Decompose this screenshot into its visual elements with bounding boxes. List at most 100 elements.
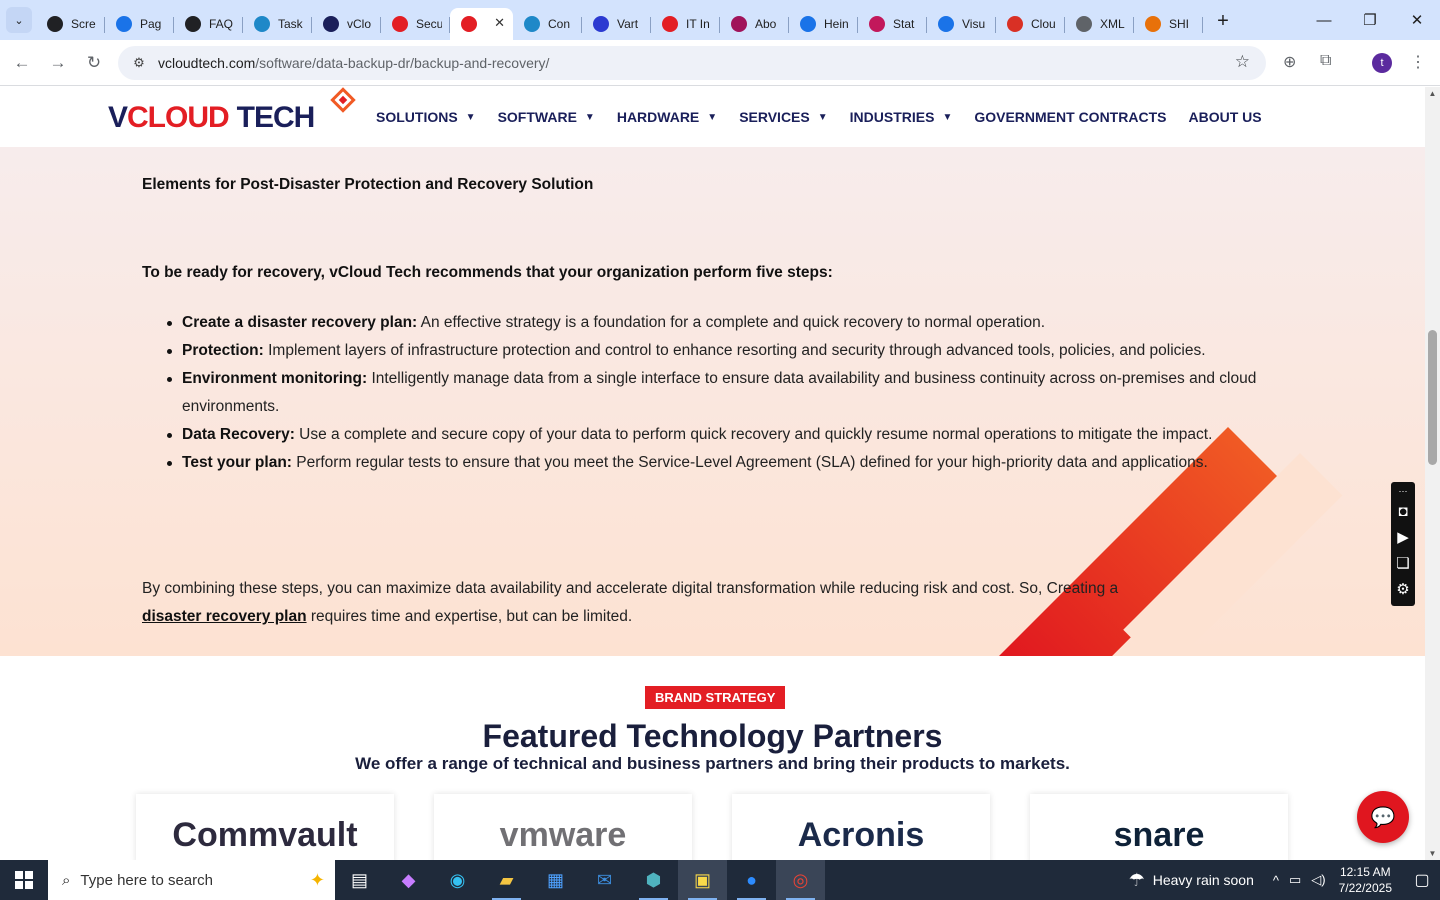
edge-icon[interactable]: ◉ bbox=[433, 860, 482, 900]
settings-gear-icon[interactable]: ⚙ bbox=[1396, 576, 1409, 602]
nav-item-label: SERVICES bbox=[739, 109, 810, 125]
step-item: Environment monitoring: Intelligently ma… bbox=[167, 365, 1292, 421]
windows-taskbar: ⌕ Type here to search ✦ ▤ ◆ ◉ ▰ ▦ ✉ ⬢ ▣ … bbox=[0, 860, 1440, 900]
disaster-recovery-plan-link[interactable]: disaster recovery plan bbox=[142, 608, 307, 625]
copilot-icon[interactable]: ◆ bbox=[384, 860, 433, 900]
nav-item-software[interactable]: SOFTWARE ▼ bbox=[498, 109, 595, 125]
tab-search-chevron-icon[interactable]: ⌄ bbox=[6, 7, 32, 33]
more-options-icon[interactable]: ⋯ bbox=[1399, 484, 1408, 498]
file-explorer-icon[interactable]: ▰ bbox=[482, 860, 531, 900]
browser-tab[interactable]: XML bbox=[1065, 8, 1134, 40]
nav-item-label: GOVERNMENT CONTRACTS bbox=[974, 109, 1167, 125]
profile-avatar[interactable]: t bbox=[1372, 53, 1392, 73]
mail-icon[interactable]: ✉ bbox=[580, 860, 629, 900]
sticky-notes-icon[interactable]: ▣ bbox=[678, 860, 727, 900]
volume-icon[interactable]: ◁) bbox=[1311, 872, 1325, 888]
nav-item-government-contracts[interactable]: GOVERNMENT CONTRACTS bbox=[974, 109, 1166, 125]
scroll-down-icon[interactable]: ▼ bbox=[1425, 849, 1440, 858]
close-tab-icon[interactable]: ✕ bbox=[494, 15, 505, 31]
scroll-thumb[interactable] bbox=[1428, 330, 1437, 465]
browser-tab[interactable]: Task bbox=[243, 8, 312, 40]
taskbar-search-box[interactable]: ⌕ Type here to search ✦ bbox=[48, 860, 335, 900]
new-tab-plus-icon[interactable]: + bbox=[1211, 10, 1235, 33]
back-arrow-icon[interactable]: ← bbox=[7, 48, 37, 78]
tab-title: Hein bbox=[824, 17, 849, 31]
hexagon-icon bbox=[254, 16, 270, 32]
partner-card[interactable]: Commvault bbox=[136, 794, 394, 864]
nav-item-industries[interactable]: INDUSTRIES ▼ bbox=[850, 109, 953, 125]
zoom-icon[interactable]: ● bbox=[727, 860, 776, 900]
chrome-icon[interactable]: ◎ bbox=[776, 860, 825, 900]
nav-item-solutions[interactable]: SOLUTIONS ▼ bbox=[376, 109, 476, 125]
task-view-icon[interactable]: ▤ bbox=[335, 860, 384, 900]
close-window-icon[interactable]: ✕ bbox=[1394, 0, 1440, 40]
address-bar[interactable]: ⚙ vcloudtech.com/software/data-backup-dr… bbox=[118, 46, 1266, 80]
caret-down-icon: ▼ bbox=[817, 111, 828, 123]
weather-widget[interactable]: ☂ Heavy rain soon bbox=[1129, 870, 1254, 891]
translate-globe-icon[interactable]: ⊕ bbox=[1283, 52, 1296, 72]
browser-tab[interactable]: vClo bbox=[312, 8, 381, 40]
tab-title: IT In bbox=[686, 17, 710, 31]
step-item: Protection: Implement layers of infrastr… bbox=[167, 337, 1292, 365]
windows-start-icon[interactable] bbox=[0, 860, 48, 900]
partners-section: BRAND STRATEGY Featured Technology Partn… bbox=[0, 656, 1425, 864]
browser-tab[interactable]: Vart bbox=[582, 8, 651, 40]
browser-tab[interactable]: Secu bbox=[381, 8, 450, 40]
vcloud-tech-logo[interactable]: VCLOUD TECH bbox=[108, 101, 315, 135]
nav-item-label: INDUSTRIES bbox=[849, 109, 935, 125]
window-capture-icon[interactable]: ❏ bbox=[1396, 550, 1409, 576]
partner-card[interactable]: snare bbox=[1030, 794, 1288, 864]
browser-tab[interactable]: ✕ bbox=[450, 8, 513, 40]
browser-tab[interactable]: Hein bbox=[789, 8, 858, 40]
tab-title: Con bbox=[548, 17, 571, 31]
vcloud-diamond-icon bbox=[461, 16, 477, 32]
bookmark-star-icon[interactable]: ☆ bbox=[1235, 52, 1250, 72]
steps-intro: To be ready for recovery, vCloud Tech re… bbox=[142, 264, 833, 281]
network-icon[interactable]: ▭ bbox=[1289, 872, 1301, 888]
store-icon[interactable]: ▦ bbox=[531, 860, 580, 900]
browser-tab[interactable]: SHI bbox=[1134, 8, 1203, 40]
url-text[interactable]: vcloudtech.com/software/data-backup-dr/b… bbox=[158, 55, 549, 71]
browser-tab[interactable]: IT In bbox=[651, 8, 720, 40]
chat-bubble-icon[interactable]: 💬 bbox=[1357, 791, 1409, 843]
browser-tab[interactable]: Pag bbox=[105, 8, 174, 40]
chrome-menu-icon[interactable]: ⋮ bbox=[1410, 52, 1426, 72]
app-hexagon-icon[interactable]: ⬢ bbox=[629, 860, 678, 900]
tab-title: vClo bbox=[347, 17, 372, 31]
clock[interactable]: 12:15 AM 7/22/2025 bbox=[1339, 864, 1392, 896]
sparkle-icon: ✦ bbox=[309, 869, 325, 890]
browser-tab[interactable]: Abo bbox=[720, 8, 789, 40]
nav-item-about-us[interactable]: ABOUT US bbox=[1188, 109, 1261, 125]
restore-icon[interactable]: ❐ bbox=[1347, 0, 1393, 40]
minimize-icon[interactable]: — bbox=[1301, 0, 1347, 40]
nav-item-label: SOLUTIONS bbox=[376, 109, 458, 125]
scroll-up-icon[interactable]: ▲ bbox=[1425, 89, 1440, 98]
tab-title: SHI bbox=[1169, 17, 1190, 31]
extensions-puzzle-icon[interactable]: ⧉ bbox=[1320, 52, 1331, 70]
nav-item-hardware[interactable]: HARDWARE ▼ bbox=[617, 109, 717, 125]
browser-tab[interactable]: FAQ bbox=[174, 8, 243, 40]
browser-tab[interactable]: Clou bbox=[996, 8, 1065, 40]
umbrella-rain-icon: ☂ bbox=[1128, 869, 1145, 890]
partner-logo: Acronis bbox=[797, 816, 925, 854]
partner-card[interactable]: vmware bbox=[434, 794, 692, 864]
nav-item-services[interactable]: SERVICES ▼ bbox=[739, 109, 827, 125]
nav-item-label: ABOUT US bbox=[1188, 109, 1262, 125]
step-text: Use a complete and secure copy of your d… bbox=[294, 426, 1213, 443]
tray-chevron-icon[interactable]: ^ bbox=[1273, 873, 1279, 888]
site-info-icon[interactable]: ⚙ bbox=[124, 55, 154, 71]
notifications-icon[interactable]: ▢ bbox=[1404, 870, 1440, 890]
camera-icon[interactable]: ◘ bbox=[1398, 498, 1407, 524]
browser-tab[interactable]: Con bbox=[513, 8, 582, 40]
search-icon: ⌕ bbox=[62, 871, 71, 889]
tab-title: Clou bbox=[1031, 17, 1056, 31]
page-scrollbar[interactable]: ▲ ▼ bbox=[1425, 87, 1440, 860]
browser-tab[interactable]: Stat bbox=[858, 8, 927, 40]
caret-down-icon: ▼ bbox=[707, 111, 718, 123]
forward-arrow-icon[interactable]: → bbox=[43, 48, 73, 78]
partner-card[interactable]: Acronis bbox=[732, 794, 990, 864]
reload-icon[interactable]: ↻ bbox=[79, 48, 109, 78]
video-camera-icon[interactable]: ▶ bbox=[1397, 524, 1409, 550]
browser-tab[interactable]: Visu bbox=[927, 8, 996, 40]
browser-tab[interactable]: Scre bbox=[36, 8, 105, 40]
